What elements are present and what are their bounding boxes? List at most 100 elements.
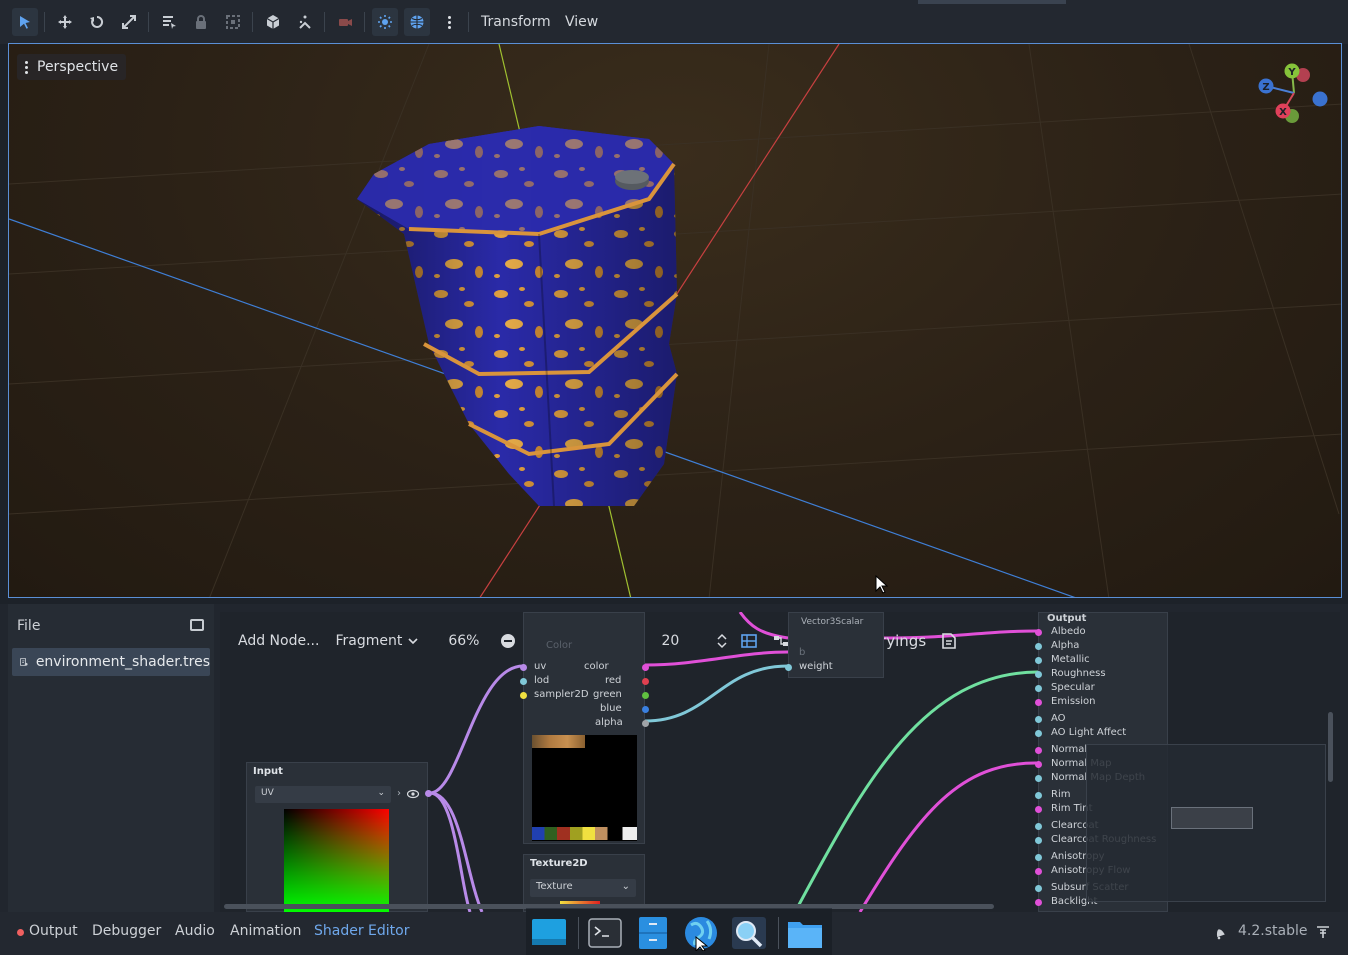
green-out-port[interactable] bbox=[642, 692, 649, 699]
pin-panel-icon[interactable] bbox=[1316, 925, 1330, 939]
spinner-arrows-icon[interactable] bbox=[717, 633, 727, 649]
3d-viewport[interactable]: Perspective Y Z X bbox=[8, 43, 1342, 598]
input-type-select[interactable]: UV ⌄ bbox=[255, 786, 391, 803]
output-port-dot[interactable] bbox=[1035, 671, 1042, 678]
view-menu[interactable]: View bbox=[565, 14, 598, 30]
toolbar-separator bbox=[44, 12, 45, 32]
camera-preview-button[interactable] bbox=[332, 8, 358, 36]
add-node-button[interactable]: Add Node... bbox=[238, 633, 319, 649]
minimap-viewport[interactable] bbox=[1171, 807, 1253, 829]
eye-icon[interactable] bbox=[407, 789, 419, 799]
view-mode-label: Perspective bbox=[37, 59, 119, 75]
output-port-dot[interactable] bbox=[1035, 747, 1042, 754]
taskbar-terminal[interactable] bbox=[586, 915, 624, 951]
environment-preview-button[interactable] bbox=[404, 8, 430, 36]
toolbar-separator bbox=[324, 12, 325, 32]
input-node[interactable]: Input UV ⌄ › bbox=[246, 762, 432, 912]
output-port-dot[interactable] bbox=[1035, 837, 1042, 844]
output-port-dot[interactable] bbox=[1035, 792, 1042, 799]
texture-type-value: Texture bbox=[536, 881, 573, 892]
list-select-button[interactable] bbox=[156, 8, 182, 36]
tab-output[interactable]: Output bbox=[29, 923, 78, 939]
visual-shader-graph[interactable]: Add Node... Fragment 66% 20 Manage Varyi… bbox=[220, 612, 1340, 912]
minimap-icon[interactable] bbox=[741, 633, 758, 649]
output-port-dot[interactable] bbox=[1035, 885, 1042, 892]
move-tool-button[interactable] bbox=[52, 8, 78, 36]
toolbar-separator bbox=[148, 12, 149, 32]
group-button[interactable] bbox=[220, 8, 246, 36]
tab-audio[interactable]: Audio bbox=[175, 923, 215, 939]
texture-sample-node[interactable]: Color uv lod sampler2D color red green b… bbox=[520, 612, 649, 844]
red-out-port[interactable] bbox=[642, 678, 649, 685]
output-port-dot[interactable] bbox=[1035, 629, 1042, 636]
output-port-dot[interactable] bbox=[1035, 854, 1042, 861]
vertical-scrollbar[interactable] bbox=[1328, 712, 1333, 782]
taskbar-search[interactable] bbox=[730, 915, 768, 951]
tab-animation[interactable]: Animation bbox=[230, 923, 301, 939]
more-options-button[interactable] bbox=[436, 8, 462, 36]
weight-port[interactable] bbox=[785, 664, 792, 671]
output-port-dot[interactable] bbox=[1035, 685, 1042, 692]
shader-mode-dropdown[interactable]: Fragment bbox=[335, 633, 418, 649]
shader-file-panel: File environment_shader.tres bbox=[8, 604, 214, 912]
tab-debugger[interactable]: Debugger bbox=[92, 923, 161, 939]
texture-type-select[interactable]: Texture ⌄ bbox=[530, 879, 636, 897]
sampler-port[interactable] bbox=[520, 692, 527, 699]
taskbar-browser[interactable] bbox=[682, 915, 720, 951]
move-icon bbox=[58, 15, 72, 29]
select-tool-button[interactable] bbox=[12, 8, 38, 36]
output-port-dot[interactable] bbox=[1035, 657, 1042, 664]
zoom-out-icon[interactable] bbox=[500, 633, 516, 649]
expand-arrow-icon[interactable]: › bbox=[397, 788, 401, 799]
uv-port[interactable] bbox=[520, 664, 527, 671]
perspective-menu-button[interactable]: Perspective bbox=[17, 54, 127, 80]
color-out-port[interactable] bbox=[642, 664, 649, 671]
toggle-files-icon[interactable] bbox=[190, 619, 204, 631]
taskbar-file-manager[interactable] bbox=[634, 915, 672, 951]
file-menu[interactable]: File bbox=[17, 618, 40, 634]
output-port-dot[interactable] bbox=[1035, 730, 1042, 737]
shader-code-icon[interactable] bbox=[942, 633, 956, 649]
camera-icon bbox=[339, 19, 352, 26]
output-port-dot[interactable] bbox=[1035, 823, 1042, 830]
texture-preview bbox=[532, 735, 637, 841]
port-red: red bbox=[605, 675, 622, 686]
tab-shader-editor[interactable]: Shader Editor bbox=[314, 923, 409, 939]
snap-distance-input[interactable]: 20 bbox=[661, 633, 717, 649]
svg-text:X: X bbox=[1279, 107, 1287, 118]
output-port-dot[interactable] bbox=[1035, 806, 1042, 813]
sun-preview-button[interactable] bbox=[372, 8, 398, 36]
uv-out-port[interactable] bbox=[425, 790, 432, 797]
vector3scalar-node[interactable]: Vector3Scalar b weight bbox=[785, 612, 884, 678]
output-port-dot[interactable] bbox=[1035, 716, 1042, 723]
alpha-out-port[interactable] bbox=[642, 720, 649, 727]
group-icon bbox=[226, 15, 240, 29]
transform-menu[interactable]: Transform bbox=[481, 14, 551, 30]
lod-port[interactable] bbox=[520, 678, 527, 685]
output-port-dot[interactable] bbox=[1035, 643, 1042, 650]
port-weight: weight bbox=[799, 661, 833, 672]
local-space-button[interactable] bbox=[260, 8, 286, 36]
output-port-dot[interactable] bbox=[1035, 775, 1042, 782]
blue-out-port[interactable] bbox=[642, 706, 649, 713]
scale-tool-button[interactable] bbox=[116, 8, 142, 36]
taskbar-app-launcher[interactable] bbox=[530, 915, 568, 951]
chevron-down-icon: ⌄ bbox=[621, 881, 630, 892]
output-port-label: Metallic bbox=[1051, 654, 1090, 665]
sun-icon bbox=[378, 15, 392, 29]
output-port-dot[interactable] bbox=[1035, 761, 1042, 768]
file-list-item[interactable]: environment_shader.tres bbox=[12, 648, 210, 676]
cube-icon bbox=[266, 15, 280, 29]
lock-button[interactable] bbox=[188, 8, 214, 36]
orientation-gizmo[interactable]: Y Z X bbox=[1254, 60, 1334, 128]
rotate-tool-button[interactable] bbox=[84, 8, 110, 36]
snap-button[interactable] bbox=[292, 8, 318, 36]
output-port-dot[interactable] bbox=[1035, 899, 1042, 906]
output-port-dot[interactable] bbox=[1035, 868, 1042, 875]
graph-minimap[interactable] bbox=[1086, 744, 1326, 902]
notification-bell-icon[interactable] bbox=[1213, 926, 1227, 940]
port-green: green bbox=[593, 689, 622, 700]
taskbar-folder[interactable] bbox=[786, 915, 824, 951]
port-alpha: alpha bbox=[595, 717, 623, 728]
output-port-dot[interactable] bbox=[1035, 699, 1042, 706]
